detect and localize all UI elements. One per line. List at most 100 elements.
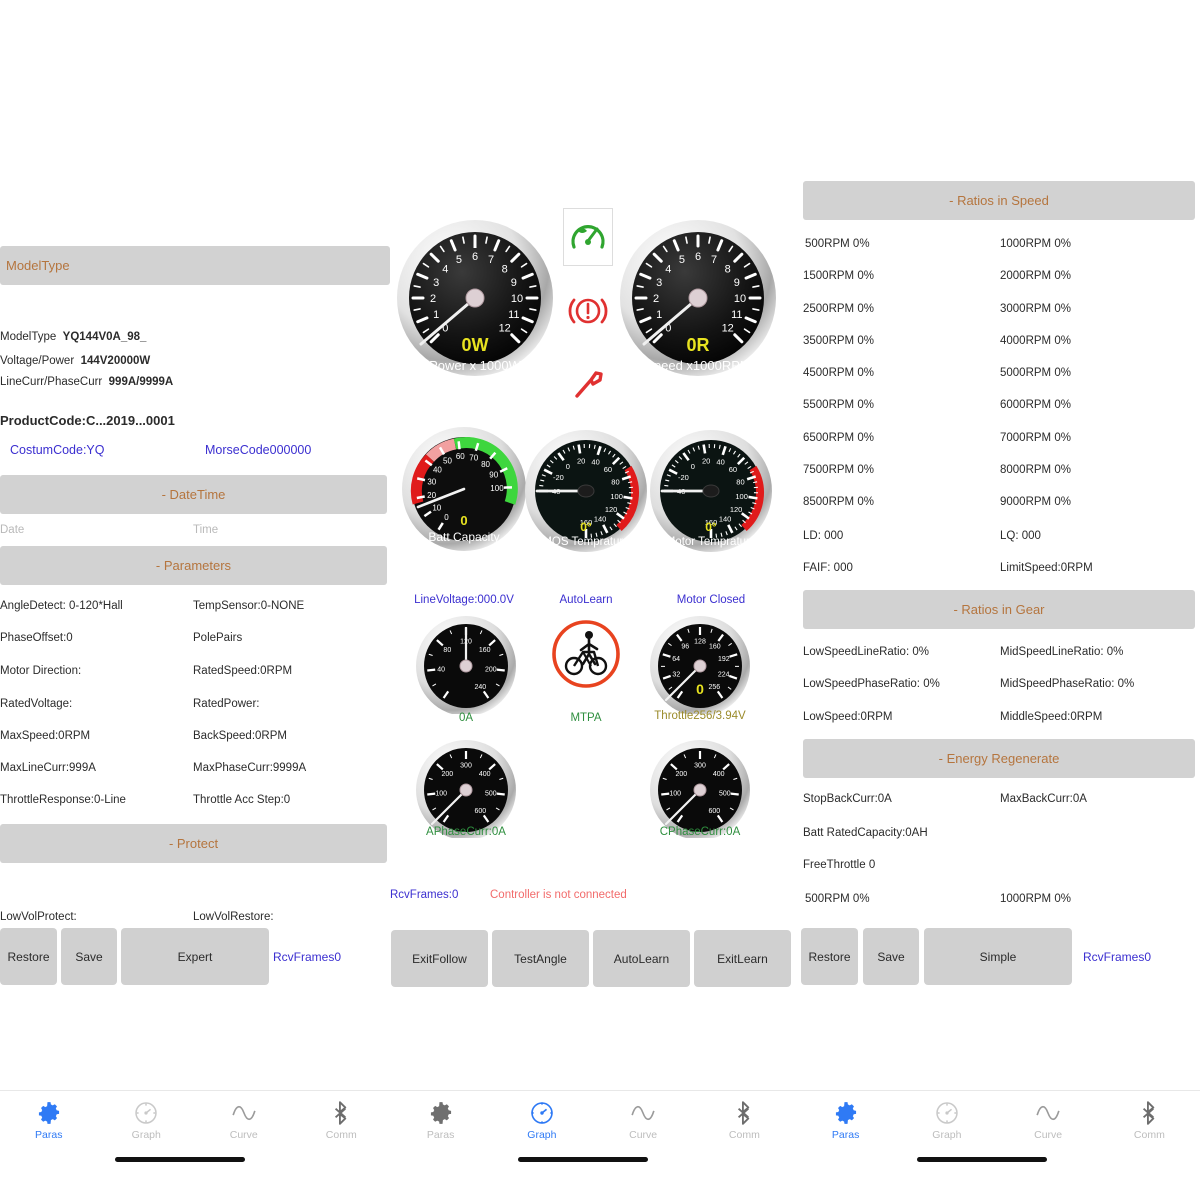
protect-lowvolrestore[interactable]: LowVolRestore: [193,911,274,923]
svg-text:192: 192 [718,656,730,663]
energy-regenerate-bar[interactable]: - Energy Regenerate [803,739,1195,778]
ratio-7000rpm[interactable]: 7000RPM 0% [1000,432,1071,444]
midspeedphaseratio[interactable]: MidSpeedPhaseRatio: 0% [1000,678,1134,690]
param-ratedspeed[interactable]: RatedSpeed:0RPM [193,665,292,677]
param-phaseoffset[interactable]: PhaseOffset:0 [0,632,73,644]
time-field[interactable]: Time [193,524,218,536]
tab-paras[interactable]: Paras [390,1091,491,1200]
energy-ratio-500rpm[interactable]: 500RPM 0% [805,893,870,905]
ratio-5000rpm[interactable]: 5000RPM 0% [1000,367,1071,379]
ratio-9000rpm[interactable]: 9000RPM 0% [1000,496,1071,508]
param-maxlinecurr[interactable]: MaxLineCurr:999A [0,762,96,774]
param-polepairs[interactable]: PolePairs [193,632,242,644]
svg-text:300: 300 [694,763,706,770]
home-indicator-right [917,1157,1047,1162]
param-maxspeed[interactable]: MaxSpeed:0RPM [0,730,90,742]
exit-follow-button[interactable]: ExitFollow [391,930,488,987]
limitspeed-value[interactable]: LimitSpeed:0RPM [1000,562,1093,574]
auto-learn-button[interactable]: AutoLearn [593,930,690,987]
tab-label-curve: Curve [629,1129,657,1141]
ratio-500rpm[interactable]: 500RPM 0% [805,238,870,250]
ld-value[interactable]: LD: 000 [803,530,843,542]
lowspeedphaseratio[interactable]: LowSpeedPhaseRatio: 0% [803,678,940,690]
energy-ratio-1000rpm[interactable]: 1000RPM 0% [1000,893,1071,905]
ratio-7500rpm[interactable]: 7500RPM 0% [803,464,874,476]
svg-text:2: 2 [653,293,659,305]
param-angledetect[interactable]: AngleDetect: 0-120*Hall [0,600,123,612]
datetime-section-bar[interactable]: - DateTime [0,475,387,514]
tab-comm[interactable]: Comm [694,1091,795,1200]
tab-graph[interactable]: Graph [491,1091,592,1200]
protect-section-bar[interactable]: - Protect [0,824,387,863]
costum-code[interactable]: CostumCode:YQ [10,443,104,457]
tab-graph[interactable]: Graph [98,1091,196,1200]
protect-lowvolprotect[interactable]: LowVolProtect: [0,911,77,923]
tab-curve[interactable]: Curve [998,1091,1099,1200]
faif-value[interactable]: FAIF: 000 [803,562,853,574]
param-throttleaccstep[interactable]: Throttle Acc Step:0 [193,794,290,806]
midspeedlineratio[interactable]: MidSpeedLineRatio: 0% [1000,646,1123,658]
param-backspeed[interactable]: BackSpeed:0RPM [193,730,287,742]
simple-button[interactable]: Simple [924,928,1072,985]
date-field[interactable]: Date [0,524,24,536]
mos-temp-gauge[interactable]: -40-20020406080100120140160 0° MOS Tempr… [523,428,649,554]
middlespeed[interactable]: MiddleSpeed:0RPM [1000,711,1102,723]
maxbackcurr[interactable]: MaxBackCurr:0A [1000,793,1087,805]
ratio-1000rpm[interactable]: 1000RPM 0% [1000,238,1071,250]
save-button[interactable]: Save [61,928,117,985]
a-phase-curr-gauge[interactable]: 100200300400500600 [414,738,518,838]
lowspeedlineratio[interactable]: LowSpeedLineRatio: 0% [803,646,929,658]
lq-value[interactable]: LQ: 000 [1000,530,1041,542]
restore-button[interactable]: Restore [801,928,858,985]
ratio-2500rpm[interactable]: 2500RPM 0% [803,303,874,315]
param-ratedpower[interactable]: RatedPower: [193,698,259,710]
ratio-2000rpm[interactable]: 2000RPM 0% [1000,270,1071,282]
expert-button[interactable]: Expert [121,928,269,985]
ratio-1500rpm[interactable]: 1500RPM 0% [803,270,874,282]
b-phase-curr-gauge[interactable]: 4080120160200240 [414,614,518,714]
freethrottle[interactable]: FreeThrottle 0 [803,859,875,871]
tab-comm[interactable]: Comm [1099,1091,1200,1200]
stopbackcurr[interactable]: StopBackCurr:0A [803,793,892,805]
tab-curve[interactable]: Curve [195,1091,293,1200]
tab-comm[interactable]: Comm [293,1091,391,1200]
ratio-6000rpm[interactable]: 6000RPM 0% [1000,399,1071,411]
ratios-in-gear-bar[interactable]: - Ratios in Gear [803,590,1195,629]
svg-text:4: 4 [442,263,448,275]
ratio-5500rpm[interactable]: 5500RPM 0% [803,399,874,411]
test-angle-button[interactable]: TestAngle [492,930,589,987]
ratio-8000rpm[interactable]: 8000RPM 0% [1000,464,1071,476]
tab-graph[interactable]: Graph [896,1091,997,1200]
param-ratedvoltage[interactable]: RatedVoltage: [0,698,72,710]
c-phase-curr-gauge[interactable]: 100200300400500600 [648,738,752,838]
morse-code[interactable]: MorseCode000000 [205,443,311,457]
param-maxphasecurr[interactable]: MaxPhaseCurr:9999A [193,762,306,774]
ratio-3500rpm[interactable]: 3500RPM 0% [803,335,874,347]
lowspeed[interactable]: LowSpeed:0RPM [803,711,893,723]
tab-paras[interactable]: Paras [795,1091,896,1200]
ratio-3000rpm[interactable]: 3000RPM 0% [1000,303,1071,315]
speed-gauge[interactable]: 0123456789101112 0R Speed x1000RPM [618,218,778,378]
ratio-8500rpm[interactable]: 8500RPM 0% [803,496,874,508]
parameters-section-bar[interactable]: - Parameters [0,546,387,585]
motor-temp-gauge[interactable]: -40-20020406080100120140160 0° Motor Tem… [648,428,774,554]
batt-capacity-gauge[interactable]: 0102030405060708090100 0 Batt Capacity [400,425,528,553]
save-button[interactable]: Save [863,928,919,985]
ratio-4000rpm[interactable]: 4000RPM 0% [1000,335,1071,347]
param-throttleresponse[interactable]: ThrottleResponse:0-Line [0,794,126,806]
param-tempsensor[interactable]: TempSensor:0-NONE [193,600,304,612]
ratio-6500rpm[interactable]: 6500RPM 0% [803,432,874,444]
param-motordirection[interactable]: Motor Direction: [0,665,81,677]
throttle-gauge[interactable]: 326496128160192224256 0 [648,614,752,714]
restore-button[interactable]: Restore [0,928,57,985]
ratios-in-speed-bar[interactable]: - Ratios in Speed [803,181,1195,220]
tab-curve[interactable]: Curve [593,1091,694,1200]
ratio-4500rpm[interactable]: 4500RPM 0% [803,367,874,379]
svg-text:120: 120 [605,505,618,514]
motor-closed-label[interactable]: Motor Closed [648,594,774,606]
tab-paras[interactable]: Paras [0,1091,98,1200]
batt-ratedcapacity[interactable]: Batt RatedCapacity:0AH [803,827,928,839]
exit-learn-button[interactable]: ExitLearn [694,930,791,987]
power-gauge[interactable]: 0123456789101112 0W Power x 1000W [395,218,555,378]
auto-learn-label[interactable]: AutoLearn [523,594,649,606]
